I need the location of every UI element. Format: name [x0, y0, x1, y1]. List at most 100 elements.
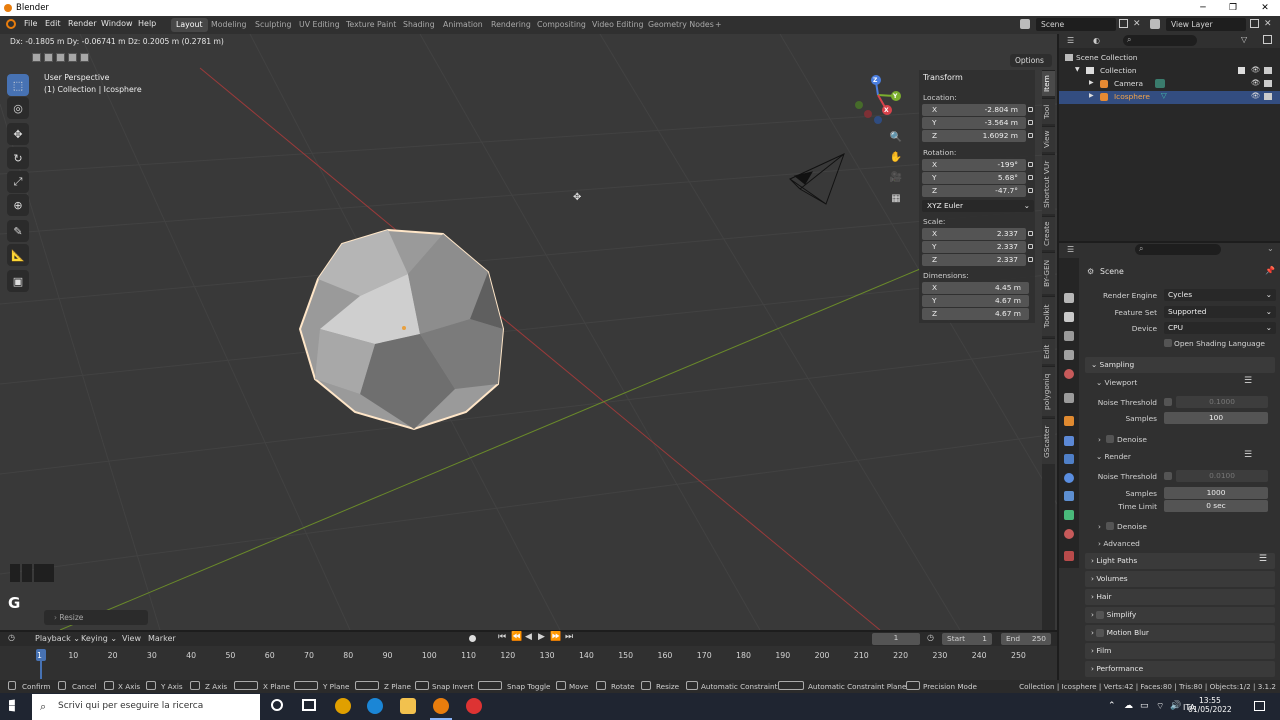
- transform-tool-icon[interactable]: ⊕: [7, 194, 29, 216]
- hair-panel-header[interactable]: › Hair: [1085, 589, 1275, 605]
- sidebar-tab-edit[interactable]: Edit: [1042, 338, 1055, 364]
- select-mode-extend-icon[interactable]: [44, 53, 53, 62]
- view-layer-selector[interactable]: View Layer: [1166, 18, 1246, 31]
- advanced-subpanel-header[interactable]: › Advanced: [1098, 539, 1140, 548]
- sidebar-tab-view[interactable]: View: [1042, 126, 1055, 152]
- notifications-icon[interactable]: [1254, 701, 1265, 711]
- network-icon[interactable]: ☁: [1124, 701, 1133, 711]
- tab-video-editing[interactable]: Video Editing: [587, 18, 648, 32]
- rotation-y-field[interactable]: Y 5.68°: [922, 172, 1026, 184]
- texture-properties-icon[interactable]: [1064, 551, 1074, 561]
- current-frame-field[interactable]: 1: [872, 633, 920, 645]
- lock-icon[interactable]: [1028, 120, 1033, 125]
- play-icon[interactable]: ▶: [538, 632, 545, 642]
- task-view-icon[interactable]: [302, 699, 316, 711]
- menu-render[interactable]: Render: [68, 19, 96, 28]
- tab-animation[interactable]: Animation: [438, 18, 488, 32]
- sampling-panel-header[interactable]: ⌄ Sampling: [1085, 357, 1275, 373]
- camera-view-icon[interactable]: 🎥: [887, 168, 905, 186]
- noise-threshold-checkbox[interactable]: [1164, 472, 1172, 480]
- rotation-z-field[interactable]: Z -47.7°: [922, 185, 1026, 197]
- list-icon[interactable]: ☰: [1244, 450, 1252, 460]
- cortana-icon[interactable]: [271, 699, 283, 711]
- scene-selector[interactable]: Scene: [1036, 18, 1116, 31]
- rotation-x-field[interactable]: X -199°: [922, 159, 1026, 171]
- sidebar-tab-polygoniq[interactable]: polygoniq: [1042, 366, 1055, 416]
- keying-menu[interactable]: Keying ⌄: [81, 634, 117, 643]
- play-reverse-icon[interactable]: ◀: [525, 632, 532, 642]
- motion-blur-panel-header[interactable]: › Motion Blur: [1085, 625, 1275, 641]
- menu-edit[interactable]: Edit: [45, 19, 61, 28]
- chevron-down-icon[interactable]: ⌄: [1267, 244, 1274, 253]
- battery-icon[interactable]: ▭: [1140, 701, 1149, 711]
- rotate-tool-icon[interactable]: ↻: [7, 147, 29, 169]
- tab-texture-paint[interactable]: Texture Paint: [341, 18, 401, 32]
- device-dropdown[interactable]: CPU ⌄: [1164, 322, 1276, 334]
- mesh-data-icon[interactable]: ▽: [1161, 91, 1167, 100]
- noise-threshold-checkbox[interactable]: [1164, 398, 1172, 406]
- scale-x-field[interactable]: X 2.337: [922, 228, 1026, 240]
- rotation-mode-dropdown[interactable]: XYZ Euler ⌄: [922, 200, 1034, 212]
- ortho-grid-icon[interactable]: ▦: [887, 189, 905, 207]
- options-dropdown[interactable]: Options: [1010, 54, 1052, 67]
- render-properties-icon[interactable]: [1064, 312, 1074, 322]
- expand-icon[interactable]: ▶: [1089, 92, 1094, 99]
- denoise-subpanel-header[interactable]: ›: [1098, 522, 1101, 531]
- measure-tool-icon[interactable]: 📐: [7, 244, 29, 266]
- eye-icon[interactable]: 👁: [1251, 65, 1260, 74]
- lock-icon[interactable]: [1028, 244, 1033, 249]
- eye-icon[interactable]: 👁: [1251, 91, 1260, 100]
- select-mode-invert-icon[interactable]: [68, 53, 77, 62]
- properties-search-input[interactable]: [1135, 244, 1221, 255]
- constraints-properties-icon[interactable]: [1064, 491, 1074, 501]
- modifier-properties-icon[interactable]: [1064, 436, 1074, 446]
- location-y-field[interactable]: Y -3.564 m: [922, 117, 1026, 129]
- lock-icon[interactable]: [1028, 133, 1033, 138]
- maximize-button[interactable]: ❐: [1218, 0, 1248, 16]
- expand-icon[interactable]: ▼: [1075, 66, 1080, 73]
- add-workspace-button[interactable]: +: [710, 18, 727, 32]
- tab-sculpting[interactable]: Sculpting: [250, 18, 296, 32]
- gizmo-y-label[interactable]: Y: [893, 93, 897, 100]
- volume-icon[interactable]: 🔊: [1170, 701, 1181, 711]
- particles-properties-icon[interactable]: [1064, 454, 1074, 464]
- tab-compositing[interactable]: Compositing: [532, 18, 591, 32]
- jump-end-icon[interactable]: ⏭: [565, 632, 573, 642]
- taskbar-search-input[interactable]: Scrivi qui per eseguire la ricerca: [32, 694, 260, 720]
- new-view-layer-icon[interactable]: [1250, 19, 1259, 28]
- cursor-tool-icon[interactable]: ◎: [7, 97, 29, 119]
- sidebar-tab-gscatter[interactable]: GScatter: [1042, 418, 1055, 464]
- menu-file[interactable]: File: [24, 19, 37, 28]
- view-layer-icon[interactable]: [1150, 19, 1160, 29]
- expand-icon[interactable]: ▶: [1089, 79, 1094, 86]
- marker-menu[interactable]: Marker: [148, 634, 176, 643]
- scale-tool-icon[interactable]: ⤢: [7, 171, 29, 193]
- select-mode-intersect-icon[interactable]: [80, 53, 89, 62]
- blender-taskbar-icon[interactable]: [433, 698, 449, 714]
- view-menu[interactable]: View: [122, 634, 141, 643]
- remove-view-layer-icon[interactable]: ✕: [1264, 19, 1272, 29]
- gizmo-x-label[interactable]: X: [884, 107, 889, 114]
- denoise-checkbox[interactable]: [1106, 435, 1114, 443]
- world-properties-icon[interactable]: [1064, 393, 1074, 403]
- outliner-row[interactable]: ▼ Collection 👁: [1059, 65, 1280, 78]
- filter-icon[interactable]: ▽: [1241, 35, 1247, 44]
- lock-icon[interactable]: [1028, 188, 1033, 193]
- file-explorer-icon[interactable]: [400, 698, 416, 714]
- render-noise-threshold-field[interactable]: 0.0100: [1176, 470, 1268, 482]
- pin-icon[interactable]: 📌: [1265, 266, 1275, 275]
- 3d-viewport[interactable]: ✥ Z Y X Dx: -0.1805 m Dy: -0.06741 m Dz:…: [0, 34, 1057, 630]
- remove-scene-icon[interactable]: ✕: [1133, 19, 1141, 29]
- jump-keyframe-back-icon[interactable]: ⏪: [511, 632, 522, 642]
- film-panel-header[interactable]: › Film: [1085, 643, 1275, 659]
- render-subpanel-header[interactable]: ⌄ Render: [1096, 452, 1131, 461]
- lock-icon[interactable]: [1028, 175, 1033, 180]
- start-frame-field[interactable]: Start 1: [942, 633, 992, 645]
- wifi-icon[interactable]: ⌔: [1156, 701, 1164, 712]
- denoise-checkbox[interactable]: [1106, 522, 1114, 530]
- select-box-tool-icon[interactable]: ⬚: [7, 74, 29, 96]
- editor-type-icon[interactable]: ◷: [8, 633, 15, 642]
- lock-icon[interactable]: [1028, 257, 1033, 262]
- taskbar-clock[interactable]: 13:55 01/05/2022: [1188, 696, 1232, 714]
- sidebar-tab-tool[interactable]: Tool: [1042, 98, 1055, 124]
